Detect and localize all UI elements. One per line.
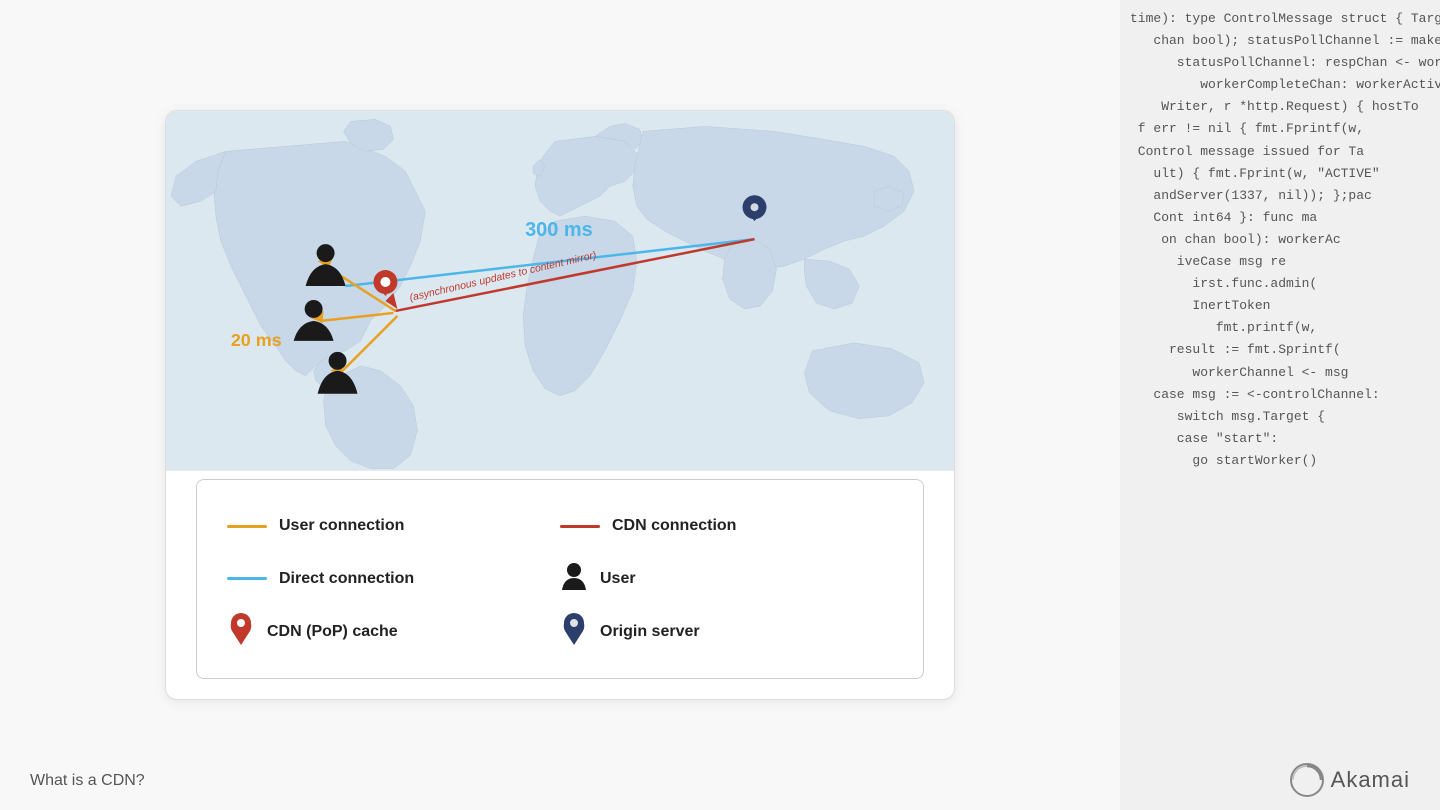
akamai-logo-icon [1289,762,1325,798]
legend-cdn-cache: CDN (PoP) cache [227,613,560,650]
svg-text:300 ms: 300 ms [525,219,593,241]
direct-connection-label: Direct connection [279,570,414,588]
cdn-cache-icon [227,613,255,650]
direct-connection-line [227,577,267,580]
legend-cdn-connection: CDN connection [560,517,893,535]
svg-text:20 ms: 20 ms [231,330,282,350]
legend-area: User connection CDN connection Direct co… [196,479,924,679]
akamai-logo: Akamai [1289,762,1410,798]
origin-server-label: Origin server [600,623,700,641]
main-content: 300 ms 20 ms (asynchronous updates to co… [0,0,1120,810]
user-icon [560,562,588,595]
code-background: time): type ControlMessage struct { Targ… [1120,0,1440,810]
origin-server-icon [560,613,588,650]
cdn-connection-label: CDN connection [612,517,736,535]
user-label: User [600,570,636,588]
legend-user-connection: User connection [227,517,560,535]
user-connection-label: User connection [279,517,404,535]
map-area: 300 ms 20 ms (asynchronous updates to co… [166,111,954,471]
legend-user: User [560,562,893,595]
diagram-card: 300 ms 20 ms (asynchronous updates to co… [165,110,955,700]
page-title: What is a CDN? [30,772,145,790]
user-connection-line [227,525,267,528]
cdn-connection-line [560,525,600,528]
legend-origin-server: Origin server [560,613,893,650]
legend-direct-connection: Direct connection [227,570,560,588]
cdn-cache-label: CDN (PoP) cache [267,623,398,641]
akamai-logo-text: Akamai [1331,767,1410,793]
